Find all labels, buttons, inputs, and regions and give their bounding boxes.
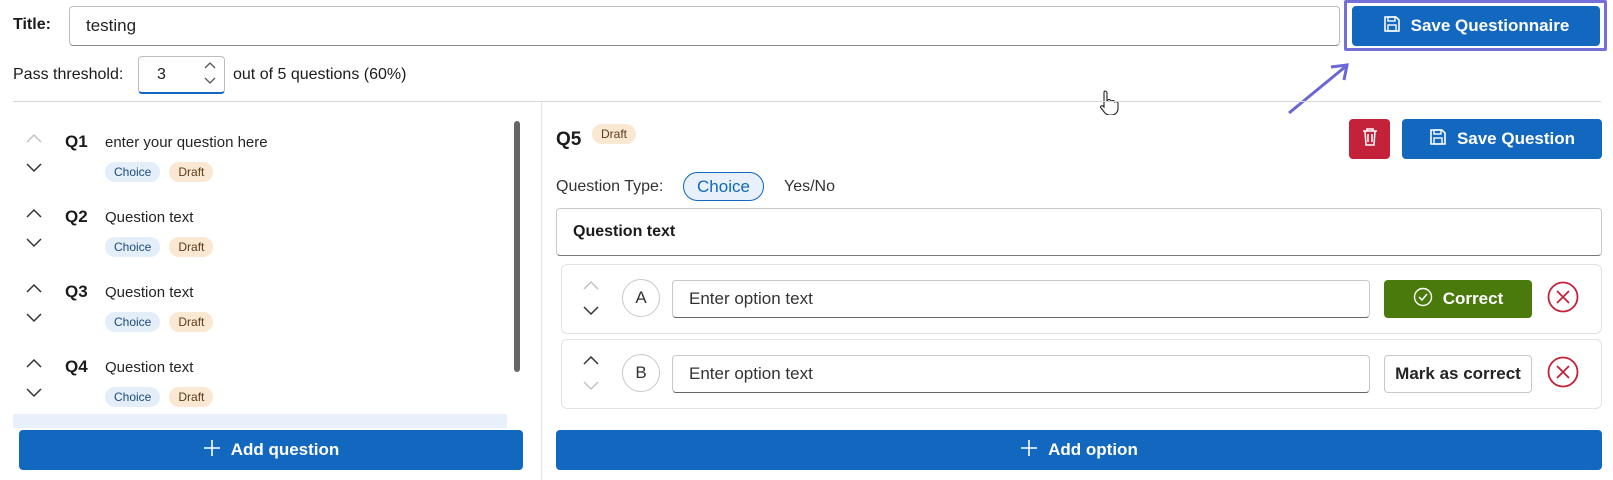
close-circle-icon <box>1547 356 1579 392</box>
type-badge: Choice <box>105 162 161 182</box>
pass-threshold-value: 3 <box>157 65 166 83</box>
move-down-icon[interactable] <box>23 385 45 401</box>
save-question-button[interactable]: Save Question <box>1402 119 1602 159</box>
question-list-item[interactable]: Q2 Question text Choice Draft <box>13 205 513 275</box>
move-up-icon[interactable] <box>580 352 602 368</box>
status-badge: Draft <box>169 312 214 332</box>
question-text: Question text <box>105 284 194 301</box>
status-badge: Draft <box>169 387 214 407</box>
type-choice-option[interactable]: Choice <box>683 172 764 201</box>
move-up-icon[interactable] <box>580 277 602 293</box>
option-letter: A <box>622 279 660 317</box>
option-text-input[interactable]: Enter option text <box>672 280 1370 318</box>
annotation-arrow-icon <box>1285 59 1355 121</box>
save-questionnaire-button[interactable]: Save Questionnaire <box>1352 6 1600 46</box>
save-question-label: Save Question <box>1456 129 1576 148</box>
add-question-button[interactable]: Add question <box>19 430 523 470</box>
question-number: Q3 <box>65 282 88 301</box>
question-text: Question text <box>105 209 194 226</box>
title-input[interactable]: testing <box>69 6 1340 46</box>
move-down-icon[interactable] <box>580 378 602 394</box>
option-letter: B <box>622 354 660 392</box>
move-up-icon[interactable] <box>23 355 45 371</box>
question-text-input[interactable]: Question text <box>556 208 1602 256</box>
spin-up-icon[interactable] <box>204 61 216 72</box>
add-option-label: Add option <box>1048 440 1138 459</box>
plus-icon <box>1020 439 1038 462</box>
move-down-icon[interactable] <box>580 303 602 319</box>
type-badge: Choice <box>105 237 161 257</box>
type-yesno-option[interactable]: Yes/No <box>784 178 835 196</box>
question-number: Q2 <box>65 207 88 226</box>
trash-icon <box>1361 127 1379 151</box>
pass-threshold-suffix: out of 5 questions (60%) <box>233 66 407 83</box>
option-text-input[interactable]: Enter option text <box>672 355 1370 393</box>
hand-cursor-icon <box>1099 89 1119 119</box>
title-label: Title: <box>13 16 51 33</box>
question-type-label: Question Type: <box>556 178 664 195</box>
add-question-label: Add question <box>230 440 340 459</box>
pass-threshold-label: Pass threshold: <box>13 66 124 83</box>
move-down-icon[interactable] <box>23 310 45 326</box>
spin-down-icon[interactable] <box>204 77 216 88</box>
question-number: Q1 <box>65 132 88 151</box>
correct-label: Correct <box>1442 289 1504 308</box>
option-placeholder: Enter option text <box>689 364 813 383</box>
question-list-item[interactable]: Q1 enter your question here Choice Draft <box>13 130 513 200</box>
move-up-icon[interactable] <box>23 205 45 221</box>
list-scrollbar[interactable] <box>514 121 520 372</box>
save-questionnaire-label: Save Questionnaire <box>1410 16 1570 35</box>
option-row: A Enter option text Correct <box>561 264 1602 334</box>
type-badge: Choice <box>105 312 161 332</box>
question-text-value: Question text <box>573 223 676 240</box>
move-down-icon[interactable] <box>23 235 45 251</box>
remove-option-button[interactable] <box>1547 281 1579 317</box>
status-badge: Draft <box>169 237 214 257</box>
panel-divider <box>541 102 542 480</box>
option-row: B Enter option text Mark as correct <box>561 339 1602 409</box>
title-value: testing <box>86 16 137 35</box>
option-placeholder: Enter option text <box>689 289 813 308</box>
status-badge: Draft <box>592 124 637 144</box>
move-up-icon[interactable] <box>23 280 45 296</box>
pass-threshold-input[interactable]: 3 <box>138 56 225 94</box>
question-text: Question text <box>105 359 194 376</box>
save-icon <box>1429 128 1447 151</box>
status-badge: Draft <box>169 162 214 182</box>
type-badge: Choice <box>105 387 161 407</box>
remove-option-button[interactable] <box>1547 356 1579 392</box>
question-number: Q4 <box>65 357 88 376</box>
add-option-button[interactable]: Add option <box>556 430 1602 470</box>
correct-button[interactable]: Correct <box>1384 280 1532 318</box>
close-circle-icon <box>1547 281 1579 317</box>
save-icon <box>1383 15 1401 38</box>
selected-item-strip <box>13 414 507 428</box>
editor-question-number: Q5 <box>556 129 582 150</box>
delete-question-button[interactable] <box>1349 119 1390 159</box>
question-list-item[interactable]: Q3 Question text Choice Draft <box>13 280 513 350</box>
header-divider <box>13 101 1601 102</box>
move-up-icon[interactable] <box>23 130 45 146</box>
move-down-icon[interactable] <box>23 160 45 176</box>
mark-as-correct-button[interactable]: Mark as correct <box>1384 355 1532 393</box>
question-text: enter your question here <box>105 134 268 151</box>
plus-icon <box>203 439 221 462</box>
check-circle-icon <box>1413 287 1433 312</box>
